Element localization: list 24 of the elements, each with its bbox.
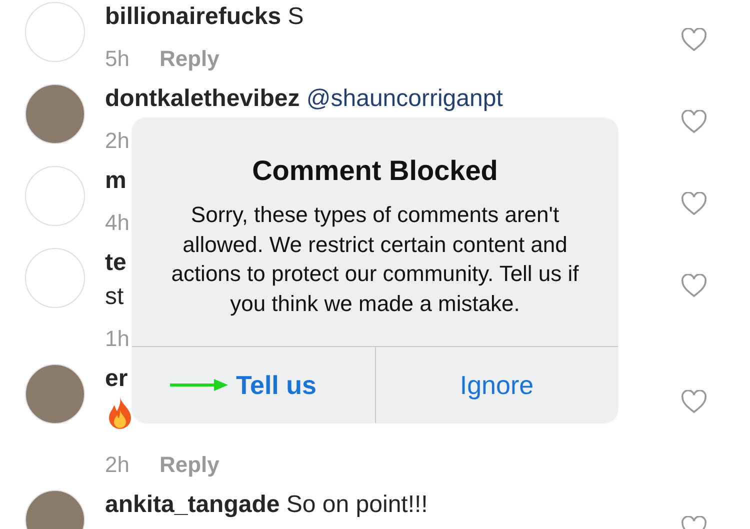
comment-time: 1h bbox=[105, 325, 130, 353]
heart-icon[interactable] bbox=[681, 390, 707, 414]
alert-message: Sorry, these types of comments aren't allowed. We restrict certain content and actions to protect our community. Tell us if you think we made a mistake. bbox=[170, 201, 580, 318]
comment-time: 2h bbox=[105, 451, 130, 479]
comment-text: So on point!!! bbox=[286, 491, 428, 518]
heart-icon[interactable] bbox=[681, 28, 707, 52]
comment-text: S bbox=[288, 3, 304, 30]
username[interactable]: te bbox=[105, 249, 126, 276]
alert-button[interactable]: Tell us bbox=[132, 347, 374, 423]
heart-icon[interactable] bbox=[681, 110, 707, 134]
alert-title: Comment Blocked bbox=[251, 154, 499, 188]
username[interactable]: er bbox=[105, 365, 128, 392]
username[interactable]: dontkalethevibez bbox=[105, 85, 300, 112]
comment-time: 2h bbox=[105, 127, 130, 155]
username[interactable]: ankita_tangade bbox=[105, 491, 280, 518]
comment-time: 4h bbox=[105, 209, 130, 237]
alert-button[interactable]: Ignore bbox=[374, 347, 618, 423]
comment-time: 5h bbox=[105, 45, 130, 73]
heart-icon[interactable] bbox=[681, 274, 707, 298]
username[interactable]: m bbox=[105, 167, 126, 194]
heart-icon[interactable] bbox=[681, 192, 707, 216]
mention-link[interactable]: @shauncorriganpt bbox=[306, 85, 503, 112]
username[interactable]: billionairefucks bbox=[105, 3, 282, 30]
comment-text: st bbox=[105, 283, 124, 310]
